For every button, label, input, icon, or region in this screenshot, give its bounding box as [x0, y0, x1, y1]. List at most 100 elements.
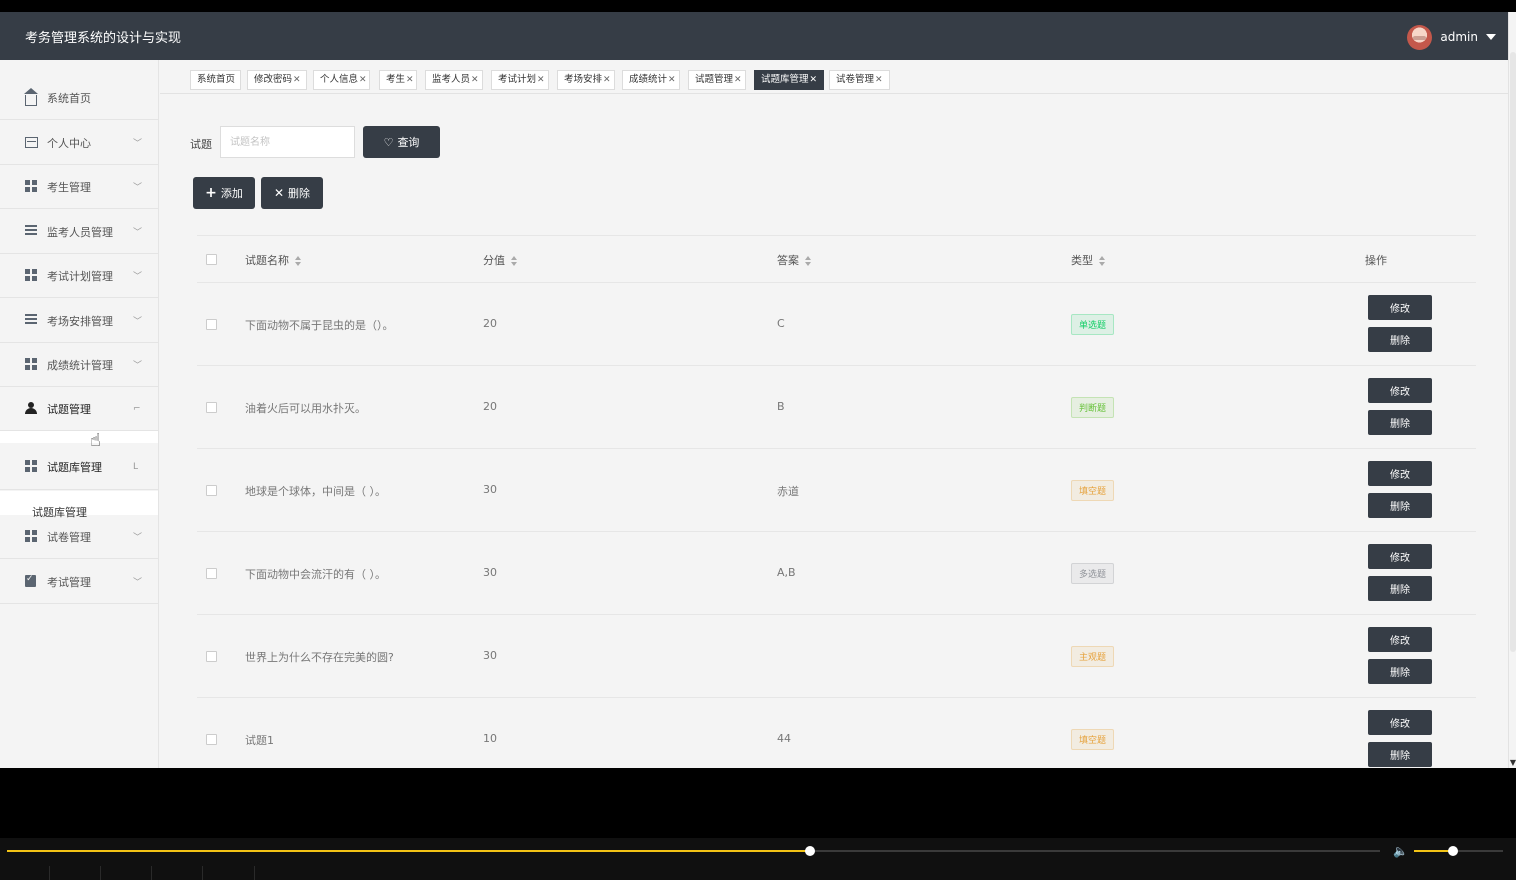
question-score: 30 — [483, 483, 497, 496]
column-header-name[interactable]: 试题名称 — [245, 252, 302, 268]
sidebar-item-examinees[interactable]: 考生管理 ﹀ — [0, 165, 158, 209]
close-icon[interactable]: ✕ — [359, 75, 367, 85]
delete-button[interactable]: 删除 — [1368, 742, 1432, 767]
table-row: 地球是个球体，中间是（ ）。 30 赤道 填空题 修改 删除 — [197, 449, 1476, 532]
player-control[interactable] — [0, 866, 50, 880]
sidebar-item-exams[interactable]: 考试管理 ﹀ — [0, 560, 158, 604]
sort-icon[interactable] — [805, 256, 812, 266]
close-icon[interactable]: ✕ — [875, 75, 883, 85]
header-label: 类型 — [1071, 254, 1093, 267]
close-icon[interactable]: ✕ — [603, 75, 611, 85]
sidebar-item-questions[interactable]: 试题管理 ⌐ — [0, 387, 158, 431]
delete-button[interactable]: 删除 — [1368, 327, 1432, 352]
app-window: 考务管理系统的设计与实现 admin 系统首页 个人中心 ﹀ 考生管理 ﹀ 监考… — [0, 12, 1508, 768]
avatar[interactable] — [1407, 24, 1433, 50]
sidebar-item-exam-plans[interactable]: 考试计划管理 ﹀ — [0, 254, 158, 298]
caret-down-icon[interactable] — [1486, 34, 1496, 40]
close-icon[interactable]: ✕ — [537, 75, 545, 85]
table-row: 世界上为什么不存在完美的圆? 30 主观题 修改 删除 — [197, 615, 1476, 698]
sidebar-item-personal-center[interactable]: 个人中心 ﹀ — [0, 121, 158, 165]
delete-button[interactable]: 删除 — [1368, 410, 1432, 435]
search-button[interactable]: ♡ 查询 — [363, 126, 440, 158]
plus-icon: + — [205, 185, 217, 201]
header-label: 答案 — [777, 254, 799, 267]
close-icon[interactable]: ✕ — [810, 75, 818, 85]
close-icon[interactable]: ✕ — [734, 75, 742, 85]
tab-home[interactable]: 系统首页 — [190, 70, 241, 90]
list-icon — [25, 314, 38, 327]
close-icon[interactable]: ✕ — [471, 75, 479, 85]
user-menu[interactable]: admin — [1407, 24, 1496, 50]
delete-button[interactable]: 删除 — [1368, 493, 1432, 518]
progress-knob[interactable] — [805, 846, 815, 856]
tab-questions[interactable]: 试题管理✕ — [688, 70, 746, 90]
sidebar-item-papers[interactable]: 试卷管理 ﹀ — [0, 515, 158, 559]
column-header-score[interactable]: 分值 — [483, 252, 518, 268]
volume-remaining[interactable] — [1453, 850, 1503, 852]
select-all-checkbox[interactable] — [206, 254, 217, 265]
row-checkbox[interactable] — [206, 402, 217, 413]
close-icon[interactable]: ✕ — [406, 75, 414, 85]
column-header-answer[interactable]: 答案 — [777, 252, 812, 268]
player-control[interactable] — [101, 866, 152, 880]
row-checkbox[interactable] — [206, 734, 217, 745]
row-checkbox[interactable] — [206, 651, 217, 662]
tab-score-stats[interactable]: 成绩统计✕ — [622, 70, 680, 90]
grid-icon — [25, 358, 38, 371]
column-header-type[interactable]: 类型 — [1071, 252, 1106, 268]
edit-button[interactable]: 修改 — [1368, 544, 1432, 569]
sidebar-item-home[interactable]: 系统首页 — [0, 76, 158, 120]
heart-icon: ♡ — [383, 135, 394, 149]
volume-icon[interactable]: 🔈 — [1393, 844, 1408, 858]
tab-change-password[interactable]: 修改密码✕ — [247, 70, 307, 90]
row-checkbox[interactable] — [206, 319, 217, 330]
delete-selected-button[interactable]: ✕ 删除 — [261, 177, 323, 209]
row-checkbox[interactable] — [206, 568, 217, 579]
player-control[interactable] — [203, 866, 255, 880]
sidebar-item-score-stats[interactable]: 成绩统计管理 ﹀ — [0, 343, 158, 387]
question-name: 油着火后可以用水扑灭。 — [245, 402, 366, 415]
row-checkbox[interactable] — [206, 485, 217, 496]
question-name: 试题1 — [245, 734, 274, 747]
scrollbar-thumb[interactable] — [1510, 52, 1516, 652]
sidebar-item-question-bank[interactable]: 试题库管理 ᒪ — [0, 444, 158, 490]
chevron-down-icon: ﹀ — [133, 183, 143, 193]
sidebar-item-proctors[interactable]: 监考人员管理 ﹀ — [0, 210, 158, 254]
username[interactable]: admin — [1440, 30, 1478, 44]
progress-remaining[interactable] — [810, 850, 1380, 852]
sidebar-item-label: 试题管理 — [47, 402, 91, 416]
sort-icon[interactable] — [295, 256, 302, 266]
sort-icon[interactable] — [1099, 256, 1106, 266]
scroll-down-icon[interactable]: ▼ — [1509, 758, 1516, 768]
close-icon[interactable]: ✕ — [668, 75, 676, 85]
tab-proctors[interactable]: 监考人员✕ — [425, 70, 483, 90]
tab-label: 试卷管理 — [836, 74, 875, 85]
tab-examinees[interactable]: 考生✕ — [379, 70, 417, 90]
edit-button[interactable]: 修改 — [1368, 710, 1432, 735]
sidebar-item-exam-rooms[interactable]: 考场安排管理 ﹀ — [0, 299, 158, 343]
player-control[interactable] — [50, 866, 101, 880]
search-input[interactable] — [220, 126, 355, 158]
add-button[interactable]: + 添加 — [193, 177, 255, 209]
tab-question-bank[interactable]: 试题库管理✕ — [754, 70, 824, 90]
tab-profile[interactable]: 个人信息✕ — [313, 70, 370, 90]
edit-button[interactable]: 修改 — [1368, 378, 1432, 403]
tab-exam-rooms[interactable]: 考场安排✕ — [557, 70, 615, 90]
tab-papers[interactable]: 试卷管理✕ — [829, 70, 890, 90]
tab-label: 监考人员 — [432, 74, 471, 85]
edit-button[interactable]: 修改 — [1368, 295, 1432, 320]
edit-button[interactable]: 修改 — [1368, 627, 1432, 652]
close-icon[interactable]: ✕ — [293, 75, 301, 85]
delete-button[interactable]: 删除 — [1368, 659, 1432, 684]
progress-played[interactable] — [7, 850, 810, 852]
tab-exam-plans[interactable]: 考试计划✕ — [491, 70, 549, 90]
delete-button[interactable]: 删除 — [1368, 576, 1432, 601]
sidebar-item-label: 监考人员管理 — [47, 225, 113, 239]
sort-icon[interactable] — [511, 256, 518, 266]
tab-label: 考试计划 — [498, 74, 537, 85]
player-control[interactable] — [152, 866, 203, 880]
submenu: 试题库管理 — [0, 491, 158, 519]
volume-knob[interactable] — [1448, 846, 1458, 856]
edit-button[interactable]: 修改 — [1368, 461, 1432, 486]
page-scrollbar[interactable]: ▼ — [1508, 12, 1516, 768]
